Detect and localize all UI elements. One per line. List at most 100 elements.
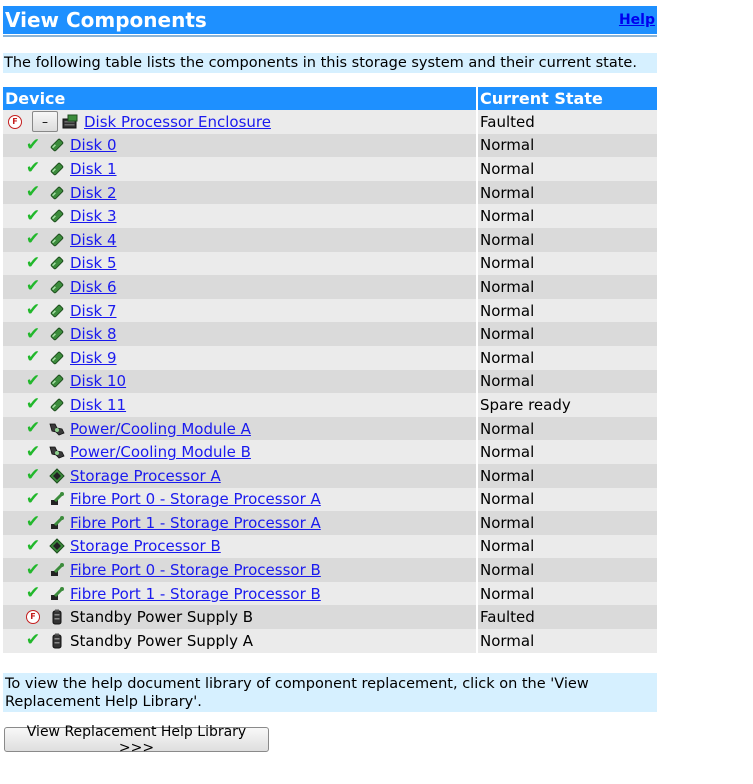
fault-icon: F — [6, 113, 24, 131]
device-cell: ✔ Disk 3 — [3, 204, 476, 228]
table-row: ✔ Disk 11 Spare ready — [3, 393, 657, 417]
disk-icon — [48, 302, 66, 320]
device-link[interactable]: Disk 5 — [70, 254, 117, 272]
port-icon — [48, 561, 66, 579]
disk-icon — [48, 254, 66, 272]
checkmark-icon: ✔ — [25, 512, 41, 533]
device-link[interactable]: Disk 9 — [70, 349, 117, 367]
checkmark-icon: ✔ — [25, 229, 41, 250]
table-row: ✔ Fibre Port 0 - Storage Processor B Norma… — [3, 558, 657, 582]
device-link[interactable]: Fibre Port 1 - Storage Processor B — [70, 585, 321, 603]
state-cell: Normal — [478, 369, 657, 394]
checkmark-icon: ✔ — [25, 252, 41, 273]
device-link[interactable]: Disk 7 — [70, 302, 117, 320]
intro-text: The following table lists the components… — [3, 53, 657, 73]
checkmark-icon: ✔ — [25, 276, 41, 297]
device-cell: ✔ Fibre Port 0 - Storage Processor A — [3, 487, 476, 512]
enclosure-icon — [62, 113, 80, 131]
state-cell: Normal — [478, 511, 657, 535]
device-cell: ✔ Disk 1 — [3, 157, 476, 181]
device-cell: ✔ Power/Cooling Module B — [3, 440, 476, 464]
device-cell: ✔ Disk 11 — [3, 393, 476, 417]
device-cell: ✔ Disk 0 — [3, 133, 476, 158]
table-row: ✔ Disk 10 Normal — [3, 369, 657, 394]
processor-icon — [48, 537, 66, 555]
table-row: ✔ Standby Power Supply A Normal — [3, 629, 657, 653]
port-icon — [48, 585, 66, 603]
device-link[interactable]: Fibre Port 0 - Storage Processor B — [70, 561, 321, 579]
checkmark-icon: ✔ — [25, 158, 41, 179]
device-link[interactable]: Fibre Port 0 - Storage Processor A — [70, 490, 321, 508]
device-link[interactable]: Disk Processor Enclosure — [84, 113, 271, 131]
device-cell: F – Disk Processor Enclosure — [3, 110, 476, 134]
state-cell: Normal — [478, 298, 657, 323]
table-row: ✔ Disk 1 Normal — [3, 157, 657, 181]
port-icon — [48, 490, 66, 508]
column-header-state: Current State — [478, 87, 657, 110]
disk-icon — [48, 231, 66, 249]
table-row: ✔ Disk 7 Normal — [3, 298, 657, 323]
state-cell: Normal — [478, 463, 657, 488]
state-cell: Normal — [478, 558, 657, 582]
checkmark-icon: ✔ — [25, 535, 41, 556]
battery-icon — [48, 608, 66, 626]
view-replacement-help-library-button[interactable]: View Replacement Help Library >>> — [4, 724, 269, 756]
disk-icon — [48, 207, 66, 225]
device-cell: F Standby Power Supply B — [3, 605, 476, 630]
state-cell: Faulted — [478, 110, 657, 134]
device-link[interactable]: Disk 0 — [70, 136, 117, 154]
table-body: F – Disk Processor Enclosure Faulted ✔ Disk 0… — [3, 110, 657, 653]
disk-icon — [48, 278, 66, 296]
checkmark-icon: ✔ — [25, 394, 41, 415]
table-row: ✔ Fibre Port 1 - Storage Processor A Norma… — [3, 511, 657, 535]
components-table: Device Current State F – Disk Processor En… — [3, 87, 657, 653]
state-cell: Faulted — [478, 605, 657, 630]
device-link[interactable]: Storage Processor A — [70, 467, 221, 485]
state-cell: Normal — [478, 227, 657, 252]
checkmark-icon: ✔ — [25, 370, 41, 391]
replacement-note: To view the help document library of com… — [3, 673, 657, 712]
device-cell: ✔ Disk 2 — [3, 180, 476, 205]
device-cell: ✔ Standby Power Supply A — [3, 629, 476, 653]
column-header-device: Device — [3, 87, 476, 110]
port-icon — [48, 514, 66, 532]
collapse-button[interactable]: – — [32, 111, 58, 133]
device-link[interactable]: Storage Processor B — [70, 537, 221, 555]
checkmark-icon: ✔ — [25, 418, 41, 439]
device-cell: ✔ Disk 8 — [3, 322, 476, 346]
device-link[interactable]: Disk 4 — [70, 231, 117, 249]
device-link[interactable]: Disk 11 — [70, 396, 126, 414]
header-divider — [3, 35, 657, 37]
device-link[interactable]: Disk 2 — [70, 184, 117, 202]
table-row: ✔ Power/Cooling Module A Normal — [3, 416, 657, 441]
checkmark-icon: ✔ — [25, 134, 41, 155]
table-row: ✔ Fibre Port 1 - Storage Processor B Norma… — [3, 581, 657, 606]
device-link[interactable]: Fibre Port 1 - Storage Processor A — [70, 514, 321, 532]
state-cell: Normal — [478, 275, 657, 299]
device-cell: ✔ Power/Cooling Module A — [3, 416, 476, 441]
disk-icon — [48, 160, 66, 178]
checkmark-icon: ✔ — [25, 182, 41, 203]
device-cell: ✔ Disk 9 — [3, 345, 476, 370]
device-link[interactable]: Disk 8 — [70, 325, 117, 343]
checkmark-icon: ✔ — [25, 441, 41, 462]
device-link[interactable]: Power/Cooling Module A — [70, 420, 251, 438]
table-row: ✔ Disk 2 Normal — [3, 180, 657, 205]
device-link[interactable]: Disk 6 — [70, 278, 117, 296]
state-cell: Normal — [478, 133, 657, 158]
device-cell: ✔ Fibre Port 1 - Storage Processor B — [3, 581, 476, 606]
device-cell: ✔ Storage Processor B — [3, 534, 476, 559]
state-cell: Normal — [478, 487, 657, 512]
device-link[interactable]: Disk 3 — [70, 207, 117, 225]
disk-icon — [48, 325, 66, 343]
table-row: ✔ Storage Processor A Normal — [3, 463, 657, 488]
device-link[interactable]: Disk 10 — [70, 372, 126, 390]
table-row: ✔ Disk 6 Normal — [3, 275, 657, 299]
device-cell: ✔ Disk 5 — [3, 251, 476, 276]
device-link[interactable]: Disk 1 — [70, 160, 117, 178]
device-cell: ✔ Disk 10 — [3, 369, 476, 394]
help-link[interactable]: Help — [619, 12, 655, 28]
checkmark-icon: ✔ — [25, 300, 41, 321]
device-link[interactable]: Power/Cooling Module B — [70, 443, 251, 461]
state-cell: Normal — [478, 534, 657, 559]
